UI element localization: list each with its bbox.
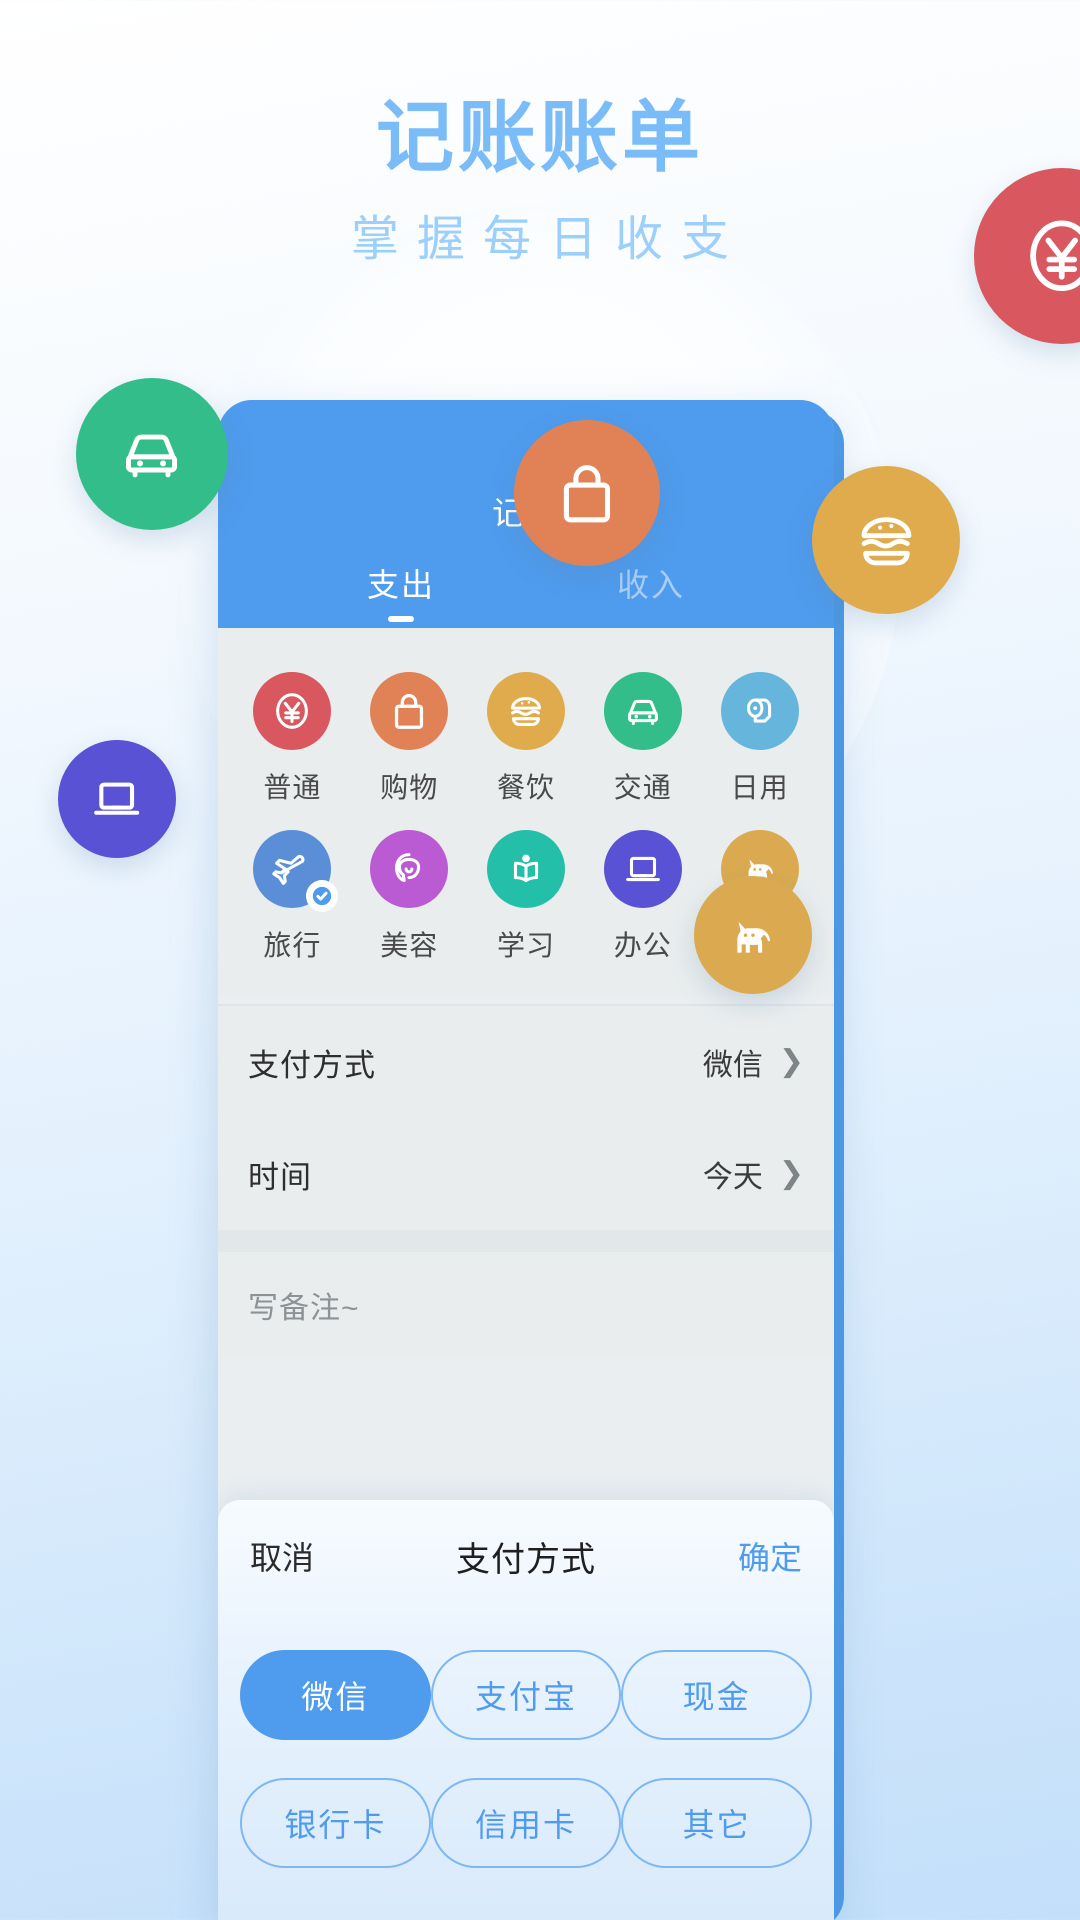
chip-label[interactable]: 现金 — [621, 1650, 812, 1740]
form-value: 今天 — [702, 1161, 763, 1194]
category-item-bangong[interactable]: 办公 — [584, 816, 701, 974]
tab-active-underline — [387, 616, 414, 622]
category-item-jiaotong[interactable]: 交通 — [584, 658, 701, 816]
page-title: 记账账单 — [375, 93, 704, 181]
category-label: 购物 — [380, 772, 439, 803]
category-label: 普通 — [263, 772, 322, 803]
chevron-right-icon: ❯ — [778, 1045, 804, 1078]
form-block: 支付方式 微信 ❯ 时间 今天 ❯ — [218, 1006, 834, 1230]
note-input-row[interactable]: 写备注~ — [218, 1252, 834, 1358]
tab-income-label: 收入 — [616, 567, 685, 603]
burger-icon — [486, 672, 565, 750]
phone-mockup: 记账 支出 收入 — [218, 400, 834, 1920]
category-label: 餐饮 — [496, 772, 555, 803]
form-label: 支付方式 — [248, 1047, 376, 1083]
yen-coin-icon — [253, 672, 332, 750]
chip-label[interactable]: 微信 — [240, 1650, 431, 1740]
form-row-time[interactable]: 时间 今天 ❯ — [218, 1118, 834, 1230]
category-item-putong[interactable]: 普通 — [234, 658, 351, 816]
category-item-xuexi[interactable]: 学习 — [468, 816, 585, 974]
payment-option-wechat[interactable]: 微信 — [240, 1634, 431, 1762]
category-label: 美容 — [380, 930, 439, 961]
category-row-1: 普通 购物 餐饮 交通 日用 — [234, 658, 818, 816]
form-row-payment-method[interactable]: 支付方式 微信 ❯ — [218, 1006, 834, 1118]
category-item-canyin[interactable]: 餐饮 — [468, 658, 585, 816]
category-item-riyong[interactable]: 日用 — [701, 658, 818, 816]
tab-income[interactable]: 收入 — [617, 560, 685, 606]
airplane-icon — [253, 830, 339, 912]
burger-icon — [861, 516, 911, 565]
chip-label[interactable]: 其它 — [621, 1778, 812, 1868]
selected-check-badge — [306, 880, 339, 912]
category-label: 日用 — [730, 772, 789, 803]
category-label: 交通 — [613, 772, 672, 803]
floating-bubble-car — [76, 378, 228, 530]
tab-expense[interactable]: 支出 — [366, 560, 435, 622]
form-value: 微信 — [702, 1049, 763, 1082]
confirm-button[interactable]: 确定 — [738, 1533, 802, 1579]
category-label: 学习 — [496, 930, 555, 961]
chip-label[interactable]: 支付宝 — [430, 1650, 622, 1740]
payment-option-creditcard[interactable]: 信用卡 — [430, 1762, 622, 1890]
chip-label[interactable]: 信用卡 — [430, 1778, 622, 1868]
category-label: 办公 — [613, 930, 672, 961]
floating-bubble-cat — [694, 876, 812, 994]
tab-bar: 支出 收入 — [218, 560, 834, 622]
floating-bubble-burger — [812, 466, 960, 614]
form-label: 时间 — [248, 1159, 312, 1195]
payment-options: 微信 支付宝 现金 银行卡 信用卡 其它 — [218, 1612, 834, 1890]
sheet-title: 支付方式 — [456, 1540, 596, 1579]
chevron-right-icon: ❯ — [778, 1157, 804, 1190]
cancel-button[interactable]: 取消 — [250, 1533, 314, 1579]
page-subtitle: 掌握每日收支 — [350, 213, 747, 266]
category-label: 旅行 — [263, 930, 322, 961]
floating-bubble-laptop — [58, 740, 176, 858]
open-book-icon — [486, 830, 565, 908]
category-item-lvxing[interactable]: 旅行 — [234, 816, 351, 974]
floating-bubble-bag — [514, 420, 660, 566]
section-gap — [218, 1230, 834, 1252]
payment-method-sheet: 取消 支付方式 确定 微信 支付宝 现金 银行卡 信用卡 其它 — [218, 1500, 834, 1920]
note-input-placeholder: 写备注~ — [248, 1292, 360, 1325]
chip-label[interactable]: 银行卡 — [240, 1778, 431, 1868]
laptop-icon — [603, 830, 682, 908]
car-icon — [603, 672, 682, 750]
tab-expense-label: 支出 — [366, 567, 435, 603]
shopping-bag-icon — [563, 465, 611, 523]
sheet-header: 取消 支付方式 确定 — [218, 1500, 834, 1612]
category-item-gouwu[interactable]: 购物 — [351, 658, 468, 816]
beauty-face-icon — [370, 830, 449, 908]
category-item-meirong[interactable]: 美容 — [351, 816, 468, 974]
payment-option-cash[interactable]: 现金 — [621, 1634, 812, 1762]
payment-option-alipay[interactable]: 支付宝 — [430, 1634, 622, 1762]
toilet-paper-icon — [720, 672, 799, 750]
hero-section: 记账账单 掌握每日收支 — [0, 0, 1080, 264]
payment-option-other[interactable]: 其它 — [621, 1762, 812, 1890]
car-icon — [126, 435, 178, 478]
shopping-bag-icon — [370, 672, 449, 750]
cat-icon — [737, 922, 771, 953]
laptop-icon — [94, 782, 140, 816]
yen-coin-icon — [1030, 220, 1080, 292]
payment-option-bankcard[interactable]: 银行卡 — [240, 1762, 431, 1890]
